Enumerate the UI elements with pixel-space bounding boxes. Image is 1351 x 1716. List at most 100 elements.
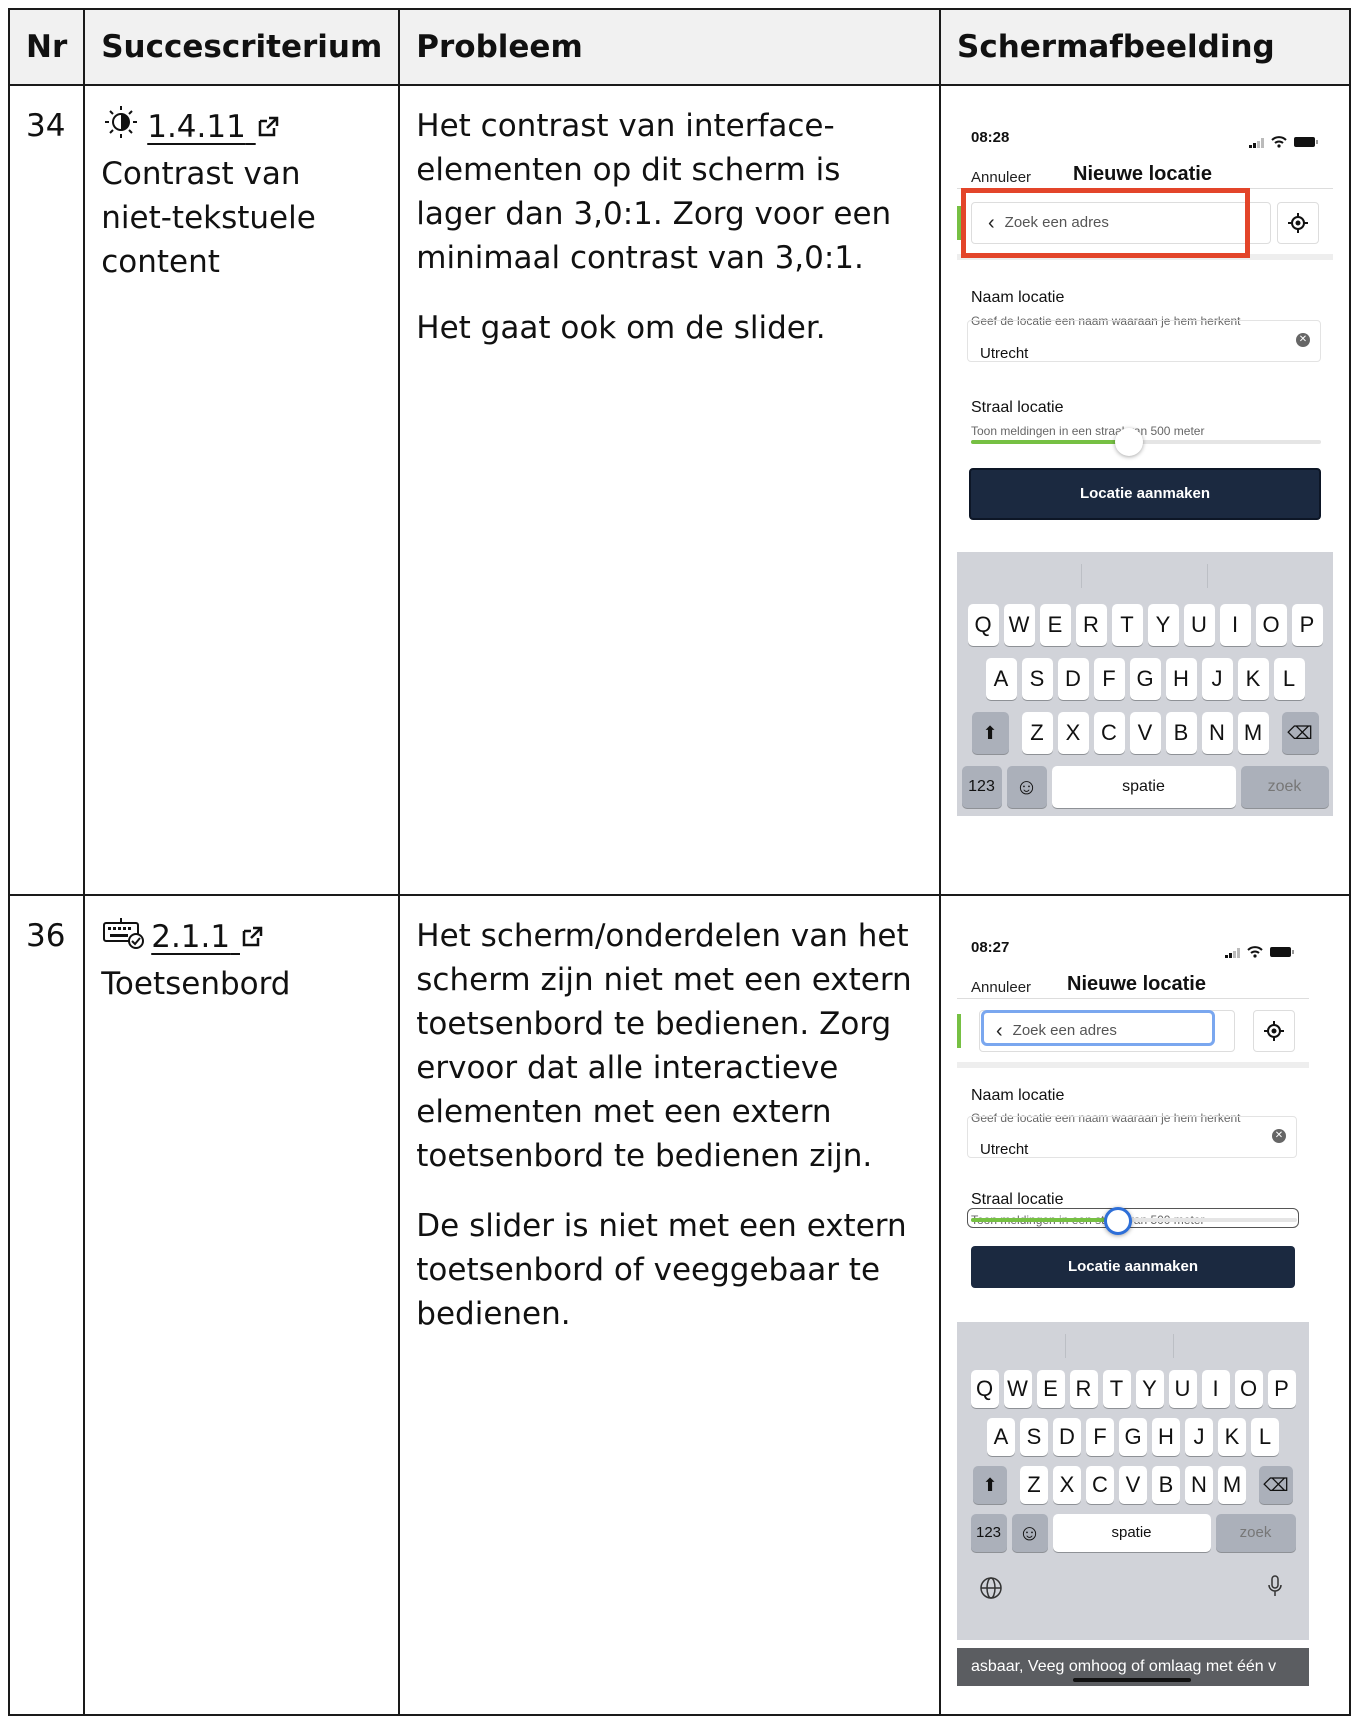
- keyboard-row-4: 123 ☺ spatie zoek: [957, 1514, 1309, 1552]
- key-z[interactable]: Z: [1020, 1466, 1048, 1504]
- key-p[interactable]: P: [1291, 604, 1323, 646]
- key-k[interactable]: K: [1237, 658, 1269, 700]
- problem-text: De slider is niet met een extern toetsen…: [416, 1208, 907, 1332]
- key-c[interactable]: C: [1093, 712, 1125, 754]
- radius-hint: Toon meldingen in een straal van 500 met…: [971, 424, 1205, 438]
- key-l[interactable]: L: [1251, 1418, 1279, 1456]
- contrast-highlight: [961, 188, 1250, 258]
- key-c[interactable]: C: [1086, 1466, 1114, 1504]
- search-key[interactable]: zoek: [1240, 766, 1329, 808]
- key-q[interactable]: Q: [970, 1370, 999, 1408]
- key-s[interactable]: S: [1021, 658, 1053, 700]
- backspace-key[interactable]: ⌫: [1281, 712, 1319, 754]
- clear-icon[interactable]: ✕: [1272, 1129, 1286, 1143]
- key-y[interactable]: Y: [1147, 604, 1179, 646]
- location-button[interactable]: [1253, 1010, 1295, 1052]
- search-key[interactable]: zoek: [1215, 1514, 1296, 1552]
- key-q[interactable]: Q: [967, 604, 999, 646]
- key-r[interactable]: R: [1075, 604, 1107, 646]
- key-h[interactable]: H: [1165, 658, 1197, 700]
- microphone-icon[interactable]: [1267, 1566, 1283, 1610]
- keyboard-row-1: QWERTYUIOP: [957, 1370, 1309, 1408]
- create-location-button[interactable]: Locatie aanmaken: [971, 1246, 1295, 1288]
- key-o[interactable]: O: [1234, 1370, 1263, 1408]
- key-i[interactable]: I: [1219, 604, 1251, 646]
- space-key[interactable]: spatie: [1051, 766, 1236, 808]
- key-f[interactable]: F: [1086, 1418, 1114, 1456]
- key-g[interactable]: G: [1129, 658, 1161, 700]
- key-m[interactable]: M: [1237, 712, 1269, 754]
- key-j[interactable]: J: [1201, 658, 1233, 700]
- emoji-key[interactable]: ☺: [1011, 1514, 1048, 1552]
- key-a[interactable]: A: [985, 658, 1017, 700]
- key-b[interactable]: B: [1165, 712, 1197, 754]
- create-location-button[interactable]: Locatie aanmaken: [969, 468, 1321, 520]
- key-e[interactable]: E: [1036, 1370, 1065, 1408]
- numbers-key[interactable]: 123: [970, 1514, 1007, 1552]
- key-f[interactable]: F: [1093, 658, 1125, 700]
- slider-thumb[interactable]: [1103, 1207, 1132, 1235]
- key-l[interactable]: L: [1273, 658, 1305, 700]
- key-z[interactable]: Z: [1021, 712, 1053, 754]
- key-p[interactable]: P: [1267, 1370, 1296, 1408]
- space-key[interactable]: spatie: [1052, 1514, 1211, 1552]
- slider-thumb[interactable]: [1114, 428, 1143, 456]
- clear-icon[interactable]: ✕: [1296, 333, 1310, 347]
- radius-slider[interactable]: [971, 428, 1321, 456]
- emoji-key[interactable]: ☺: [1006, 766, 1047, 808]
- radius-slider[interactable]: [971, 1207, 1297, 1235]
- criterion-name: Toetsenbord: [101, 966, 291, 1002]
- key-u[interactable]: U: [1168, 1370, 1197, 1408]
- focus-indicator: [981, 1010, 1215, 1046]
- key-v[interactable]: V: [1119, 1466, 1147, 1504]
- key-j[interactable]: J: [1185, 1418, 1213, 1456]
- key-x[interactable]: X: [1057, 712, 1089, 754]
- search-row: ‹ Zoek een adres: [957, 1000, 1309, 1068]
- shift-key[interactable]: ⬆: [971, 712, 1009, 754]
- shift-key[interactable]: ⬆: [973, 1466, 1007, 1504]
- keyboard-row-2: ASDFGHJKL: [957, 1418, 1309, 1456]
- problem-text: Het contrast van interface-elementen op …: [416, 108, 892, 276]
- key-k[interactable]: K: [1218, 1418, 1246, 1456]
- globe-icon[interactable]: [979, 1568, 1003, 1612]
- home-indicator: [1073, 1678, 1191, 1682]
- key-v[interactable]: V: [1129, 712, 1161, 754]
- crosshair-icon: [1264, 1009, 1284, 1053]
- backspace-key[interactable]: ⌫: [1259, 1466, 1293, 1504]
- suggestion-divider: [1173, 1334, 1174, 1358]
- key-t[interactable]: T: [1111, 604, 1143, 646]
- criterion-link[interactable]: 1.4.11: [147, 105, 279, 151]
- key-y[interactable]: Y: [1135, 1370, 1164, 1408]
- key-b[interactable]: B: [1152, 1466, 1180, 1504]
- name-field[interactable]: Utrecht ✕: [967, 1116, 1297, 1158]
- name-field[interactable]: Utrecht ✕: [967, 320, 1321, 362]
- key-m[interactable]: M: [1218, 1466, 1246, 1504]
- key-u[interactable]: U: [1183, 604, 1215, 646]
- key-a[interactable]: A: [987, 1418, 1015, 1456]
- key-s[interactable]: S: [1020, 1418, 1048, 1456]
- phone-screenshot: 08:27 Annuleer Nieuwe locatie ‹ Zoek een…: [957, 914, 1309, 1696]
- key-r[interactable]: R: [1069, 1370, 1098, 1408]
- key-e[interactable]: E: [1039, 604, 1071, 646]
- key-d[interactable]: D: [1057, 658, 1089, 700]
- audit-table: Nr Succescriterium Probleem Schermafbeel…: [7, 8, 1351, 1716]
- slider-fill: [971, 440, 1129, 444]
- emoji-icon: ☺: [1015, 774, 1038, 799]
- numbers-key[interactable]: 123: [961, 766, 1002, 808]
- key-o[interactable]: O: [1255, 604, 1287, 646]
- key-w[interactable]: W: [1003, 1370, 1032, 1408]
- suggestion-divider: [1065, 1334, 1066, 1358]
- criterion-cell: 1.4.11 Contrast van niet-tekstuele conte…: [83, 84, 401, 896]
- criterion-link[interactable]: 2.1.1: [151, 915, 264, 961]
- key-i[interactable]: I: [1201, 1370, 1230, 1408]
- key-g[interactable]: G: [1119, 1418, 1147, 1456]
- key-w[interactable]: W: [1003, 604, 1035, 646]
- key-h[interactable]: H: [1152, 1418, 1180, 1456]
- key-t[interactable]: T: [1102, 1370, 1131, 1408]
- key-n[interactable]: N: [1185, 1466, 1213, 1504]
- key-x[interactable]: X: [1053, 1466, 1081, 1504]
- phone-screenshot: 08:28 Annuleer Nieuwe locatie ‹ Zoek een…: [957, 104, 1333, 876]
- location-button[interactable]: [1277, 202, 1319, 244]
- key-n[interactable]: N: [1201, 712, 1233, 754]
- key-d[interactable]: D: [1053, 1418, 1081, 1456]
